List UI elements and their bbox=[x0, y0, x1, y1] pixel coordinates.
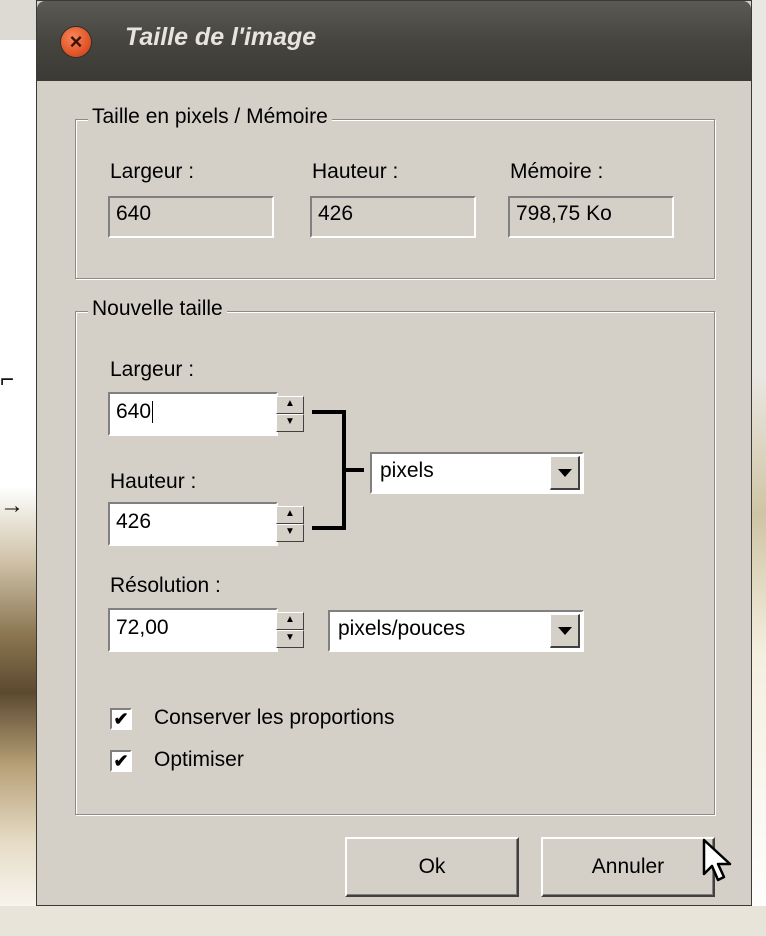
optimize-label[interactable]: Optimiser bbox=[154, 748, 244, 772]
new-width-stepper[interactable]: ▲ ▼ bbox=[276, 396, 304, 432]
resolution-unit-value: pixels/pouces bbox=[338, 617, 466, 640]
background-window-left bbox=[0, 0, 36, 40]
checkmark-icon: ✔ bbox=[113, 709, 129, 729]
pixel-size-group-legend: Taille en pixels / Mémoire bbox=[88, 105, 332, 129]
new-size-group-legend: Nouvelle taille bbox=[88, 297, 227, 321]
spin-down-icon[interactable]: ▼ bbox=[276, 630, 304, 648]
memory-label: Mémoire : bbox=[510, 160, 604, 183]
cancel-button[interactable]: Annuler bbox=[541, 837, 715, 897]
proportion-link-bracket bbox=[312, 410, 346, 530]
background-arrow-mark: ⌐ bbox=[0, 366, 15, 393]
new-height-input[interactable]: 426 bbox=[108, 502, 278, 546]
current-height-label: Hauteur : bbox=[312, 160, 399, 183]
new-height-label: Hauteur : bbox=[110, 470, 197, 493]
spin-up-icon[interactable]: ▲ bbox=[276, 506, 304, 524]
spin-down-icon[interactable]: ▼ bbox=[276, 414, 304, 432]
chevron-down-icon[interactable] bbox=[550, 614, 580, 648]
pixel-size-group: Taille en pixels / Mémoire Largeur : 640… bbox=[75, 105, 715, 279]
size-unit-select[interactable]: pixels bbox=[370, 452, 584, 494]
new-width-value: 640 bbox=[116, 400, 152, 423]
resolution-input[interactable]: 72,00 bbox=[108, 608, 278, 652]
new-size-group: Nouvelle taille Largeur : 640 ▲ ▼ Hauteu… bbox=[75, 297, 715, 815]
resolution-stepper[interactable]: ▲ ▼ bbox=[276, 612, 304, 648]
dialog-title: Taille de l'image bbox=[125, 23, 317, 51]
mouse-pointer-icon bbox=[702, 838, 732, 882]
ok-button[interactable]: Ok bbox=[345, 837, 519, 897]
proportion-link-stub bbox=[346, 468, 364, 472]
text-caret bbox=[152, 401, 154, 424]
keep-proportions-checkbox[interactable]: ✔ bbox=[110, 708, 132, 730]
spin-down-icon[interactable]: ▼ bbox=[276, 524, 304, 542]
background-arrow-mark: → bbox=[0, 492, 24, 519]
close-icon[interactable]: × bbox=[61, 27, 91, 57]
memory-field: 798,75 Ko bbox=[508, 196, 674, 238]
background-photo-right bbox=[752, 0, 766, 936]
checkmark-icon: ✔ bbox=[113, 751, 129, 771]
new-width-input[interactable]: 640 bbox=[108, 392, 278, 436]
spin-up-icon[interactable]: ▲ bbox=[276, 396, 304, 414]
resolution-label: Résolution : bbox=[110, 574, 221, 597]
resolution-unit-select[interactable]: pixels/pouces bbox=[328, 610, 584, 652]
spin-up-icon[interactable]: ▲ bbox=[276, 612, 304, 630]
background-photo-left bbox=[0, 0, 36, 936]
current-width-label: Largeur : bbox=[110, 160, 195, 183]
background-bottom bbox=[0, 906, 766, 936]
current-width-field: 640 bbox=[108, 196, 274, 238]
chevron-down-icon[interactable] bbox=[550, 456, 580, 490]
title-bar[interactable]: × Taille de l'image bbox=[37, 1, 751, 81]
size-unit-value: pixels bbox=[380, 459, 434, 482]
image-size-dialog: × Taille de l'image Taille en pixels / M… bbox=[36, 0, 752, 906]
keep-proportions-label[interactable]: Conserver les proportions bbox=[154, 706, 394, 730]
new-width-label: Largeur : bbox=[110, 358, 195, 381]
current-height-field: 426 bbox=[310, 196, 476, 238]
new-height-stepper[interactable]: ▲ ▼ bbox=[276, 506, 304, 542]
optimize-checkbox[interactable]: ✔ bbox=[110, 750, 132, 772]
